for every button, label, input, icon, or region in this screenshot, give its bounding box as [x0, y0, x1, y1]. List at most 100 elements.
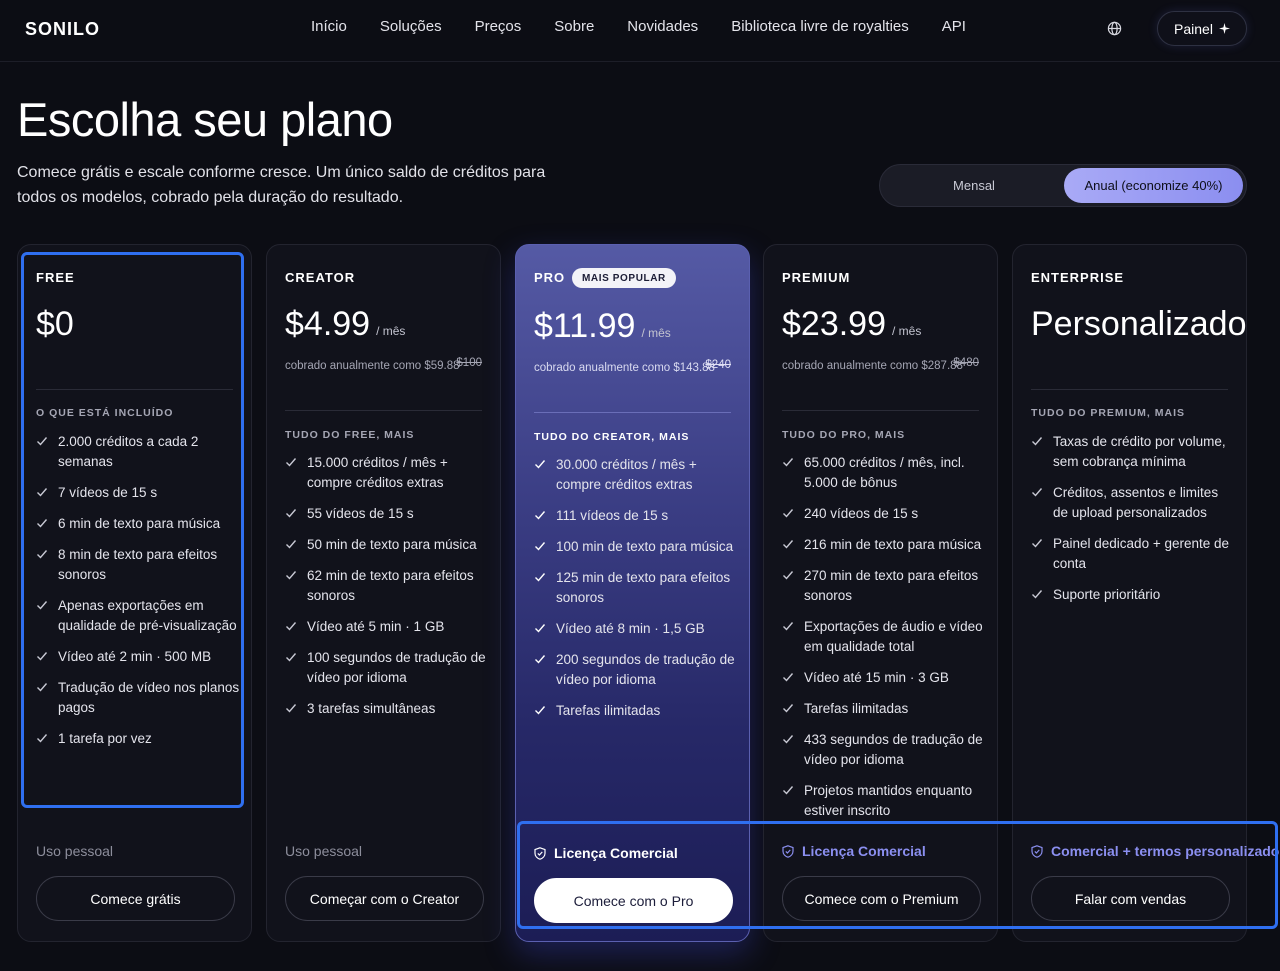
billing-toggle: Mensal Anual (economize 40%)	[879, 164, 1247, 207]
feature-item: Vídeo até 2 min · 500 MB	[36, 647, 241, 667]
billed-annually-text: cobrado anualmente como $143.88	[534, 362, 715, 374]
feature-item: Painel dedicado + gerente de conta	[1031, 534, 1236, 574]
original-price: $240	[705, 359, 731, 371]
features-heading: O QUE ESTÁ INCLUÍDO	[36, 407, 174, 419]
feature-item: Suporte prioritário	[1031, 585, 1236, 605]
usage-label: Uso pessoal	[285, 843, 363, 859]
start-creator-button[interactable]: Começar com o Creator	[285, 876, 484, 921]
feature-item: 65.000 créditos / mês, incl. 5.000 de bô…	[782, 453, 987, 493]
feature-list: 15.000 créditos / mês + compre créditos …	[285, 453, 490, 730]
usage-label: Uso pessoal	[36, 843, 114, 859]
check-icon	[783, 622, 794, 631]
commercial-license-label: Comercial + termos personalizados	[1031, 843, 1280, 859]
plan-price: $11.99/ mês	[534, 307, 671, 345]
check-icon	[783, 571, 794, 580]
check-icon	[1032, 488, 1043, 497]
divider	[782, 410, 979, 411]
page-title: Escolha seu plano	[17, 93, 393, 146]
check-icon	[535, 624, 546, 633]
contact-sales-button[interactable]: Falar com vendas	[1031, 876, 1230, 921]
nav-link-sobre[interactable]: Sobre	[554, 18, 594, 35]
divider	[534, 412, 731, 413]
shield-check-icon	[1031, 844, 1043, 858]
features-heading: TUDO DO PRO, MAIS	[782, 429, 906, 441]
brand-logo[interactable]: SONILO	[25, 19, 100, 40]
billed-annually-text: cobrado anualmente como $59.88	[285, 360, 460, 372]
check-icon	[535, 655, 546, 664]
feature-item: 200 segundos de tradução de vídeo por id…	[534, 650, 739, 690]
feature-item: 216 min de texto para música	[782, 535, 987, 555]
check-icon	[535, 706, 546, 715]
feature-item: 62 min de texto para efeitos sonoros	[285, 566, 490, 606]
nav-link-inicio[interactable]: Início	[311, 18, 347, 35]
billing-option-annual[interactable]: Anual (economize 40%)	[1064, 168, 1243, 203]
plan-card-enterprise: ENTERPRISE Personalizado TUDO DO PREMIUM…	[1012, 244, 1280, 942]
feature-item: 50 min de texto para música	[285, 535, 490, 555]
plan-card-free: FREE $0 O QUE ESTÁ INCLUÍDO 2.000 crédit…	[17, 244, 252, 942]
feature-item: 270 min de texto para efeitos sonoros	[782, 566, 987, 606]
feature-item: 111 vídeos de 15 s	[534, 506, 739, 526]
feature-item: Vídeo até 15 min · 3 GB	[782, 668, 987, 688]
check-icon	[37, 550, 48, 559]
feature-item: Taxas de crédito por volume, sem cobranç…	[1031, 432, 1236, 472]
billing-option-monthly[interactable]: Mensal	[884, 168, 1064, 203]
feature-item: Vídeo até 8 min · 1,5 GB	[534, 619, 739, 639]
nav-links: Início Soluções Preços Sobre Novidades B…	[311, 18, 999, 35]
feature-item: 55 vídeos de 15 s	[285, 504, 490, 524]
feature-item: Créditos, assentos e limites de upload p…	[1031, 483, 1236, 523]
check-icon	[535, 511, 546, 520]
divider	[285, 410, 482, 411]
check-icon	[783, 673, 794, 682]
nav-link-api[interactable]: API	[942, 18, 966, 35]
check-icon	[286, 571, 297, 580]
feature-item: 240 vídeos de 15 s	[782, 504, 987, 524]
nav-link-precos[interactable]: Preços	[475, 18, 522, 35]
feature-item: 6 min de texto para música	[36, 514, 241, 534]
page-subtitle: Comece grátis e escale conforme cresce. …	[17, 164, 546, 206]
check-icon	[1032, 437, 1043, 446]
feature-item: 3 tarefas simultâneas	[285, 699, 490, 719]
check-icon	[37, 488, 48, 497]
feature-item: 2.000 créditos a cada 2 semanas	[36, 432, 241, 472]
dashboard-button-label: Painel	[1174, 20, 1213, 37]
dashboard-button[interactable]: Painel	[1157, 11, 1247, 46]
nav-link-novidades[interactable]: Novidades	[627, 18, 698, 35]
feature-item: Projetos mantidos enquanto estiver inscr…	[782, 781, 987, 821]
start-free-button[interactable]: Comece grátis	[36, 876, 235, 921]
price-unit: / mês	[641, 326, 671, 340]
feature-item: Tarefas ilimitadas	[782, 699, 987, 719]
feature-item: Tarefas ilimitadas	[534, 701, 739, 721]
features-heading: TUDO DO PREMIUM, MAIS	[1031, 407, 1185, 419]
feature-item: 433 segundos de tradução de vídeo por id…	[782, 730, 987, 770]
plan-name: FREE	[36, 270, 75, 285]
check-icon	[37, 519, 48, 528]
commercial-license-label: Licença Comercial	[782, 843, 926, 859]
globe-icon[interactable]	[1107, 21, 1122, 36]
check-icon	[783, 458, 794, 467]
plan-card-premium: PREMIUM $23.99/ mês cobrado anualmente c…	[763, 244, 998, 942]
plan-card-pro: PRO MAIS POPULAR $11.99/ mês cobrado anu…	[515, 244, 750, 942]
plan-price: $4.99/ mês	[285, 305, 406, 343]
check-icon	[783, 509, 794, 518]
nav-link-biblioteca[interactable]: Biblioteca livre de royalties	[731, 18, 909, 35]
start-pro-button[interactable]: Comece com o Pro	[534, 878, 733, 923]
feature-item: Vídeo até 5 min · 1 GB	[285, 617, 490, 637]
billed-annually-text: cobrado anualmente como $287.88	[782, 360, 963, 372]
feature-item: Tradução de vídeo nos planos pagos	[36, 678, 241, 718]
most-popular-badge: MAIS POPULAR	[572, 268, 676, 288]
feature-item: 100 min de texto para música	[534, 537, 739, 557]
check-icon	[535, 573, 546, 582]
check-icon	[37, 683, 48, 692]
check-icon	[286, 540, 297, 549]
top-nav: SONILO Início Soluções Preços Sobre Novi…	[0, 0, 1280, 62]
nav-link-solucoes[interactable]: Soluções	[380, 18, 442, 35]
check-icon	[783, 704, 794, 713]
feature-item: 15.000 créditos / mês + compre créditos …	[285, 453, 490, 493]
start-premium-button[interactable]: Comece com o Premium	[782, 876, 981, 921]
check-icon	[783, 735, 794, 744]
plan-name: ENTERPRISE	[1031, 270, 1125, 285]
check-icon	[783, 786, 794, 795]
check-icon	[37, 652, 48, 661]
check-icon	[286, 458, 297, 467]
original-price: $100	[456, 357, 482, 369]
